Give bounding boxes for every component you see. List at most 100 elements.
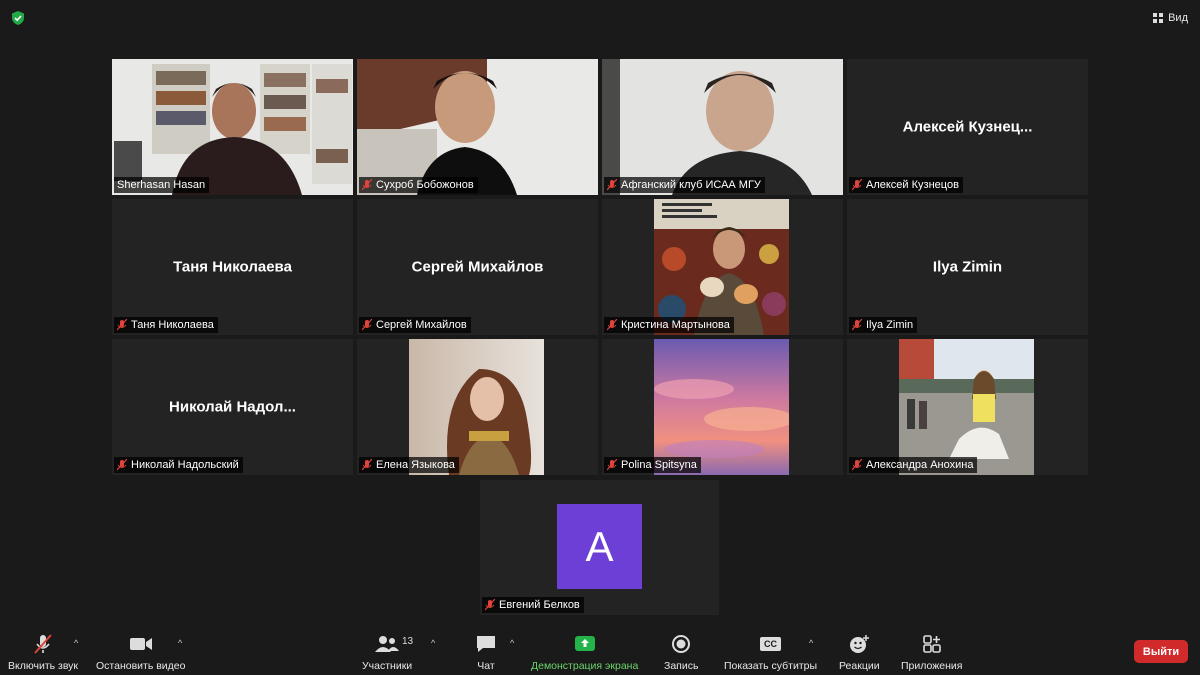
participant-name: Алексей Кузнецов (866, 179, 959, 191)
participant-name-tag: Кристина Мартынова (604, 317, 734, 333)
participant-display-name: Таня Николаева (173, 258, 292, 276)
participant-display-name: Николай Надол... (169, 398, 296, 416)
captions-options-chevron-icon[interactable]: ^ (809, 638, 813, 648)
participant-profile-picture (654, 199, 789, 335)
muted-mic-icon (362, 319, 372, 331)
participant-name-tag: Таня Николаева (114, 317, 218, 333)
muted-mic-icon (852, 319, 862, 331)
share-screen-label: Демонстрация экрана (531, 660, 639, 672)
participant-name: Polina Spitsyna (621, 459, 697, 471)
participant-tile[interactable]: Sherhasan Hasan (112, 59, 353, 195)
record-icon (672, 635, 691, 653)
participant-profile-picture (654, 339, 789, 475)
participant-name-tag: Елена Языкова (359, 457, 459, 473)
participant-name-tag: Алексей Кузнецов (849, 177, 963, 193)
avatar: A (557, 504, 642, 589)
captions-button[interactable]: CC Показать субтитры (724, 632, 817, 672)
participant-name-tag: Александра Анохина (849, 457, 978, 473)
chat-options-chevron-icon[interactable]: ^ (510, 638, 514, 648)
muted-mic-icon (607, 459, 617, 471)
participant-name: Александра Анохина (866, 459, 974, 471)
participant-video (357, 59, 598, 195)
muted-microphone-icon (34, 634, 52, 654)
participant-name-tag: Sherhasan Hasan (114, 177, 210, 193)
participant-tile[interactable]: Сухроб Бобожонов (357, 59, 598, 195)
meeting-toolbar: Включить звук ^ Остановить видео ^ Участ… (0, 628, 1200, 675)
participant-name: Ilya Zimin (866, 319, 914, 331)
participant-tile[interactable]: Николай Надол... Николай Надольский (112, 339, 353, 475)
muted-mic-icon (362, 179, 372, 191)
video-camera-icon (129, 638, 152, 650)
participant-video (112, 59, 353, 195)
muted-mic-icon (852, 179, 862, 191)
video-options-chevron-icon[interactable]: ^ (178, 638, 182, 648)
record-button[interactable]: Запись (664, 632, 698, 672)
participant-name: Кристина Мартынова (621, 319, 730, 331)
participants-count: 13 (402, 636, 414, 647)
reactions-label: Реакции (839, 660, 880, 672)
participant-name-tag: Polina Spitsyna (604, 457, 701, 473)
participant-display-name: Ilya Zimin (932, 258, 1003, 276)
stop-video-button[interactable]: Остановить видео (96, 632, 185, 672)
participants-options-chevron-icon[interactable]: ^ (431, 638, 435, 648)
participant-name-tag: Афганский клуб ИСАА МГУ (604, 177, 765, 193)
participant-name: Николай Надольский (131, 459, 239, 471)
unmute-label: Включить звук (8, 660, 79, 672)
apps-icon (922, 635, 941, 653)
participant-tile[interactable]: A Евгений Белков (480, 480, 719, 615)
participant-profile-picture (409, 339, 544, 475)
participant-name: Евгений Белков (499, 599, 580, 611)
participant-name: Sherhasan Hasan (117, 179, 206, 191)
participants-label: Участники (362, 660, 413, 672)
muted-mic-icon (852, 459, 862, 471)
participant-tile[interactable]: Елена Языкова (357, 339, 598, 475)
share-screen-button[interactable]: Демонстрация экрана (531, 632, 638, 672)
participant-name-tag: Евгений Белков (482, 597, 584, 613)
muted-mic-icon (607, 319, 617, 331)
participant-tile[interactable]: Афганский клуб ИСАА МГУ (602, 59, 843, 195)
participant-tile[interactable]: Polina Spitsyna (602, 339, 843, 475)
participant-name-tag: Ilya Zimin (849, 317, 918, 333)
participant-tile[interactable]: Кристина Мартынова (602, 199, 843, 335)
muted-mic-icon (485, 599, 495, 611)
participant-display-name: Алексей Кузнец... (902, 118, 1033, 136)
participant-name: Афганский клуб ИСАА МГУ (621, 179, 761, 191)
participant-tile[interactable]: Алексей Кузнец... Алексей Кузнецов (847, 59, 1088, 195)
participant-name: Сергей Михайлов (376, 319, 467, 331)
unmute-button[interactable]: Включить звук (8, 632, 78, 672)
participant-tile[interactable]: Александра Анохина (847, 339, 1088, 475)
security-shield-icon[interactable] (10, 10, 26, 26)
share-screen-icon (574, 636, 595, 651)
participant-tile[interactable]: Ilya Zimin Ilya Zimin (847, 199, 1088, 335)
participant-name-tag: Сергей Михайлов (359, 317, 471, 333)
view-button[interactable]: Вид (1152, 8, 1188, 28)
reactions-button[interactable]: Реакции (839, 632, 880, 672)
gallery-grid: Sherhasan Hasan Сухроб Бобожонов Афганск… (112, 59, 1088, 475)
muted-mic-icon (607, 179, 617, 191)
apps-button[interactable]: Приложения (901, 632, 962, 672)
stop-video-label: Остановить видео (96, 660, 186, 672)
participant-name-tag: Николай Надольский (114, 457, 243, 473)
chat-button[interactable]: Чат (475, 632, 497, 672)
smiley-reaction-icon (850, 635, 870, 653)
chat-label: Чат (477, 660, 495, 672)
participant-tile[interactable]: Таня Николаева Таня Николаева (112, 199, 353, 335)
closed-captions-icon: CC (760, 637, 782, 651)
audio-options-chevron-icon[interactable]: ^ (74, 638, 78, 648)
participant-profile-picture (899, 339, 1034, 475)
view-label: Вид (1168, 12, 1188, 24)
leave-meeting-button[interactable]: Выйти (1134, 640, 1188, 663)
chat-bubble-icon (477, 636, 495, 652)
participant-display-name: Сергей Михайлов (411, 258, 544, 276)
grid-view-icon (1153, 13, 1164, 23)
participant-name: Сухроб Бобожонов (376, 179, 474, 191)
captions-label: Показать субтитры (724, 660, 818, 672)
record-label: Запись (664, 660, 699, 672)
participant-tile[interactable]: Сергей Михайлов Сергей Михайлов (357, 199, 598, 335)
muted-mic-icon (117, 459, 127, 471)
participants-icon (375, 636, 400, 652)
apps-label: Приложения (901, 660, 963, 672)
participant-name-tag: Сухроб Бобожонов (359, 177, 478, 193)
participant-video (602, 59, 843, 195)
participant-name: Елена Языкова (376, 459, 455, 471)
